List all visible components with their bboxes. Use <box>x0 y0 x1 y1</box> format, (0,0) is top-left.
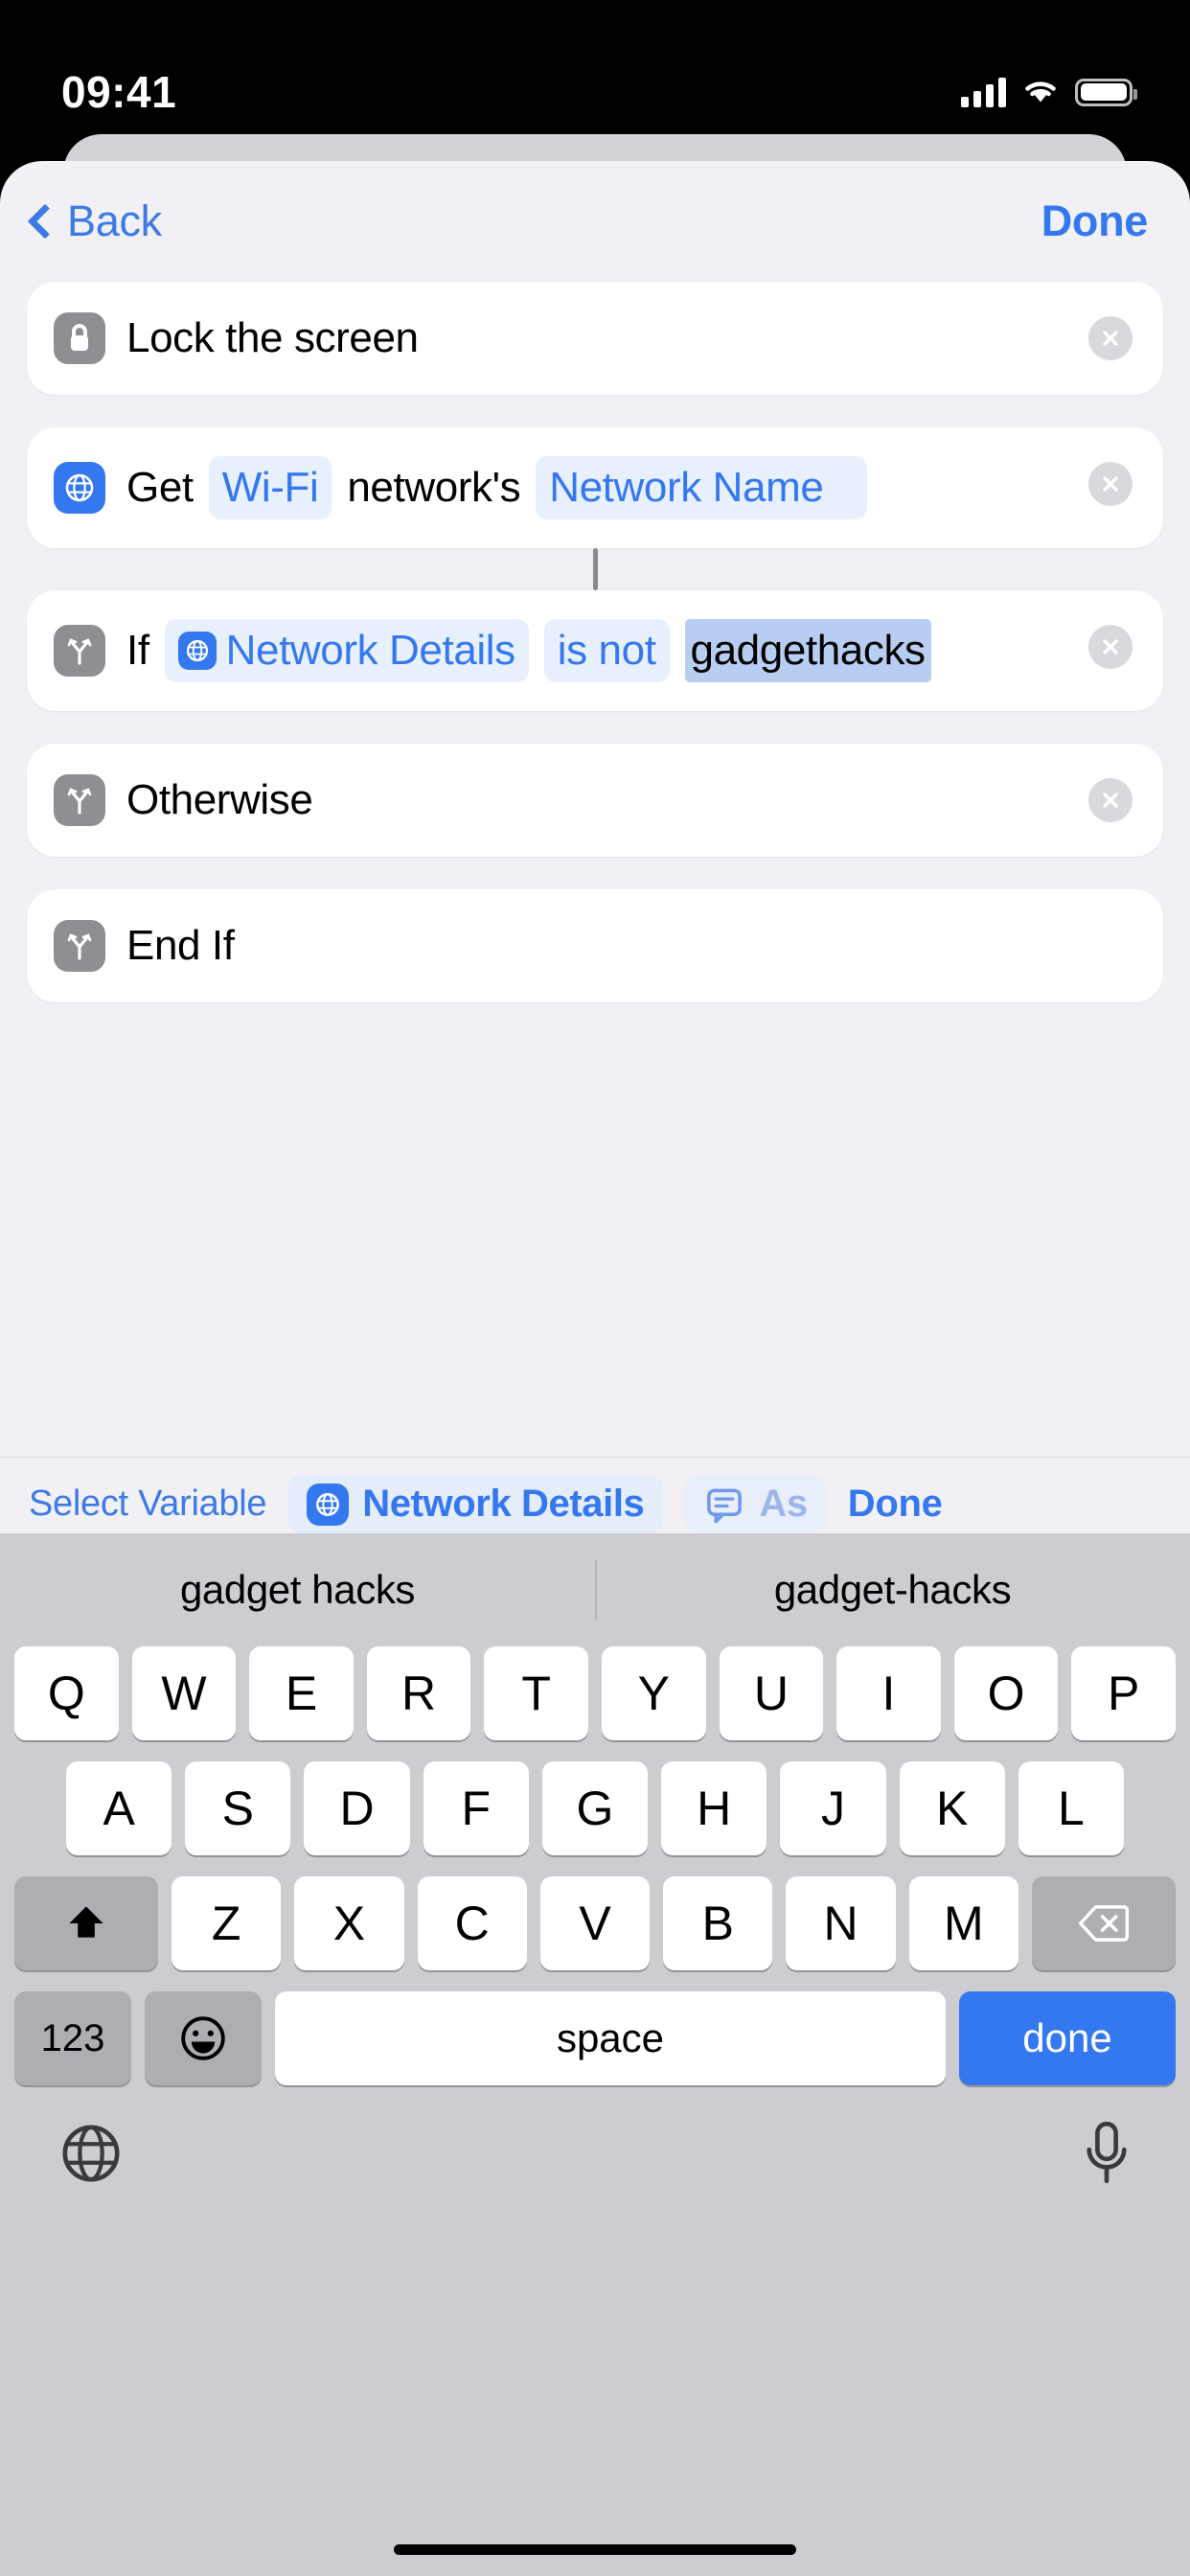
key-x[interactable]: X <box>294 1876 404 1970</box>
shift-key[interactable] <box>14 1876 159 1970</box>
close-circle-icon[interactable] <box>1088 778 1133 823</box>
emoji-smiley-icon <box>181 2016 225 2060</box>
lock-icon <box>54 312 105 365</box>
key-f[interactable]: F <box>423 1761 529 1855</box>
globe-icon <box>177 632 217 671</box>
condition-value-field[interactable]: gadgethacks <box>684 619 931 683</box>
key-u[interactable]: U <box>719 1646 824 1740</box>
key-n[interactable]: N <box>786 1876 896 1970</box>
action-connector-line <box>592 548 598 591</box>
close-circle-icon[interactable] <box>1088 462 1133 507</box>
action-word: If <box>126 627 149 675</box>
token-label: Network Details <box>225 627 515 675</box>
token-network-name[interactable]: Network Name <box>536 456 868 520</box>
wifi-icon <box>1025 81 1056 103</box>
key-p[interactable]: P <box>1071 1646 1176 1740</box>
action-label: End If <box>126 922 235 970</box>
home-indicator <box>394 2544 796 2555</box>
close-circle-icon[interactable] <box>1088 625 1133 670</box>
keyboard-row-1: Q W E R T Y U I O P <box>0 1646 1190 1740</box>
navigation-bar: Back Done <box>0 161 1190 282</box>
action-label: Lock the screen <box>126 314 419 361</box>
key-g[interactable]: G <box>541 1761 649 1855</box>
chevron-left-icon <box>27 203 63 240</box>
close-circle-icon[interactable] <box>1088 316 1133 360</box>
globe-keyboard-icon[interactable] <box>59 2122 123 2190</box>
variable-chip-network-details[interactable]: Network Details <box>287 1475 664 1533</box>
key-a[interactable]: A <box>66 1761 172 1855</box>
action-card-if-condition[interactable]: If Network Details is not gadgethacks <box>27 590 1163 712</box>
key-e[interactable]: E <box>249 1646 354 1740</box>
key-w[interactable]: W <box>131 1646 237 1740</box>
token-wifi[interactable]: Wi-Fi <box>208 456 332 520</box>
globe-icon <box>54 462 105 515</box>
back-button[interactable]: Back <box>25 196 162 246</box>
key-r[interactable]: R <box>366 1646 471 1740</box>
keyboard-suggestion-bar: gadget hacks gadget-hacks <box>0 1533 1190 1646</box>
key-z[interactable]: Z <box>172 1876 282 1970</box>
status-bar-time: 09:41 <box>61 67 177 117</box>
suggestion-divider <box>595 1560 597 1620</box>
key-d[interactable]: D <box>304 1761 410 1855</box>
backspace-icon <box>1078 1905 1129 1942</box>
key-o[interactable]: O <box>953 1646 1059 1740</box>
shift-up-icon <box>69 1906 103 1938</box>
action-card-end-if[interactable]: End If <box>27 889 1163 1003</box>
space-key[interactable]: space <box>275 1991 946 2085</box>
action-word: network's <box>347 464 521 512</box>
variable-bar-done-button[interactable]: Done <box>848 1483 943 1526</box>
emoji-key[interactable] <box>145 1991 262 2085</box>
suggestion-item[interactable]: gadget hacks <box>0 1567 595 1613</box>
keyboard-row-4: 123 space done <box>0 1991 1190 2085</box>
key-j[interactable]: J <box>780 1761 886 1855</box>
action-card-get-wifi-network[interactable]: Get Wi-Fi network's Network Name <box>27 427 1163 549</box>
variable-chip-ask-label: As <box>759 1483 808 1525</box>
token-is-not[interactable]: is not <box>543 619 670 683</box>
key-l[interactable]: L <box>1018 1761 1124 1855</box>
backspace-key[interactable] <box>1031 1876 1176 1970</box>
variable-chip-label: Network Details <box>362 1483 645 1525</box>
keyboard-row-3: Z X C V B N M <box>0 1876 1190 1970</box>
branch-icon <box>54 625 105 678</box>
key-t[interactable]: T <box>484 1646 588 1740</box>
suggestion-item[interactable]: gadget-hacks <box>595 1567 1190 1613</box>
speech-bubble-icon <box>707 1488 743 1523</box>
key-k[interactable]: K <box>899 1761 1005 1855</box>
key-h[interactable]: H <box>661 1761 767 1855</box>
action-card-lock-screen[interactable]: Lock the screen <box>27 282 1163 396</box>
cellular-bars-icon <box>961 77 1006 107</box>
key-q[interactable]: Q <box>14 1646 119 1740</box>
software-keyboard: gadget hacks gadget-hacks Q W E R T Y U … <box>0 1533 1190 2576</box>
battery-icon <box>1075 78 1137 106</box>
key-y[interactable]: Y <box>602 1646 706 1740</box>
branch-icon <box>54 774 105 827</box>
back-button-label: Back <box>67 196 162 245</box>
keyboard-row-2: A S D F G H J K L <box>0 1761 1190 1855</box>
iphone-screen: 09:41 Back Done Lock the screen Get Wi-F… <box>0 0 1190 2576</box>
key-i[interactable]: I <box>836 1646 941 1740</box>
globe-icon <box>307 1483 350 1526</box>
keyboard-bottom-bar <box>0 2085 1190 2192</box>
done-button[interactable]: Done <box>1041 196 1149 246</box>
key-s[interactable]: S <box>185 1761 291 1855</box>
actions-list: Lock the screen Get Wi-Fi network's Netw… <box>0 282 1190 1003</box>
token-network-details[interactable]: Network Details <box>164 619 529 683</box>
action-word: Get <box>126 464 194 512</box>
status-bar-indicators <box>961 77 1137 107</box>
select-variable-label[interactable]: Select Variable <box>29 1484 267 1525</box>
key-b[interactable]: B <box>663 1876 773 1970</box>
key-c[interactable]: C <box>417 1876 527 1970</box>
return-key[interactable]: done <box>959 1991 1176 2085</box>
status-bar: 09:41 <box>0 0 1190 144</box>
numbers-key[interactable]: 123 <box>14 1991 131 2085</box>
variable-chip-ask[interactable]: As <box>684 1475 827 1533</box>
shortcut-editor-sheet: Back Done Lock the screen Get Wi-Fi netw… <box>0 161 1190 2576</box>
branch-icon <box>54 920 105 973</box>
action-label: Otherwise <box>126 776 313 824</box>
microphone-icon[interactable] <box>1083 2120 1131 2192</box>
key-v[interactable]: V <box>539 1876 651 1970</box>
key-m[interactable]: M <box>908 1876 1018 1970</box>
action-card-otherwise[interactable]: Otherwise <box>27 744 1163 858</box>
